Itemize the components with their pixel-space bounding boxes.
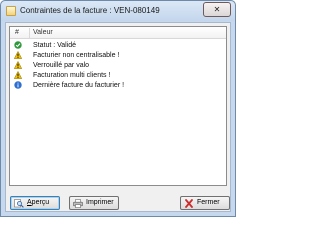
dialog-window: Contraintes de la facture : VEN-080149 ✕… xyxy=(0,0,236,217)
imprimer-button[interactable]: Imprimer xyxy=(69,196,119,210)
list-header: # Valeur xyxy=(10,27,226,39)
list-item-text: Facturier non centralisable ! xyxy=(33,52,120,59)
column-header-valeur[interactable]: Valeur xyxy=(33,29,53,36)
close-x-icon xyxy=(185,199,193,208)
apercu-button-label: Aperçu xyxy=(27,197,49,209)
check-icon xyxy=(14,41,22,49)
fermer-button[interactable]: Fermer xyxy=(180,196,230,210)
warning-icon xyxy=(14,51,22,59)
window-title: Contraintes de la facture : VEN-080149 xyxy=(20,6,160,15)
list-item-text: Statut : Validé xyxy=(33,42,77,49)
list-item[interactable]: Dernière facture du facturier ! xyxy=(10,81,226,90)
info-icon xyxy=(14,81,22,89)
column-separator[interactable] xyxy=(29,28,30,38)
list-item-text: Facturation multi clients ! xyxy=(33,72,111,79)
list-item[interactable]: Facturier non centralisable ! xyxy=(10,51,226,60)
magnifier-icon xyxy=(14,199,24,208)
document-icon xyxy=(6,6,16,16)
printer-icon xyxy=(73,199,83,208)
list-item[interactable]: Statut : Validé xyxy=(10,41,226,50)
title-bar: Contraintes de la facture : VEN-080149 ✕ xyxy=(1,1,235,21)
dialog-body: # Valeur Statut : Validé Facturier non c… xyxy=(5,22,231,212)
list-item[interactable]: Verrouillé par valo xyxy=(10,61,226,70)
list-item-text: Dernière facture du facturier ! xyxy=(33,82,125,89)
list-item[interactable]: Facturation multi clients ! xyxy=(10,71,226,80)
list-item-text: Verrouillé par valo xyxy=(33,62,90,69)
apercu-button[interactable]: Aperçu xyxy=(10,196,60,210)
constraints-list[interactable]: # Valeur Statut : Validé Facturier non c… xyxy=(9,26,227,186)
column-header-number[interactable]: # xyxy=(15,29,19,36)
close-button[interactable]: ✕ xyxy=(203,2,231,17)
warning-icon xyxy=(14,71,22,79)
apercu-rest: perçu xyxy=(31,199,50,206)
fermer-button-label: Fermer xyxy=(197,199,220,206)
warning-icon xyxy=(14,61,22,69)
imprimer-button-label: Imprimer xyxy=(86,199,114,206)
